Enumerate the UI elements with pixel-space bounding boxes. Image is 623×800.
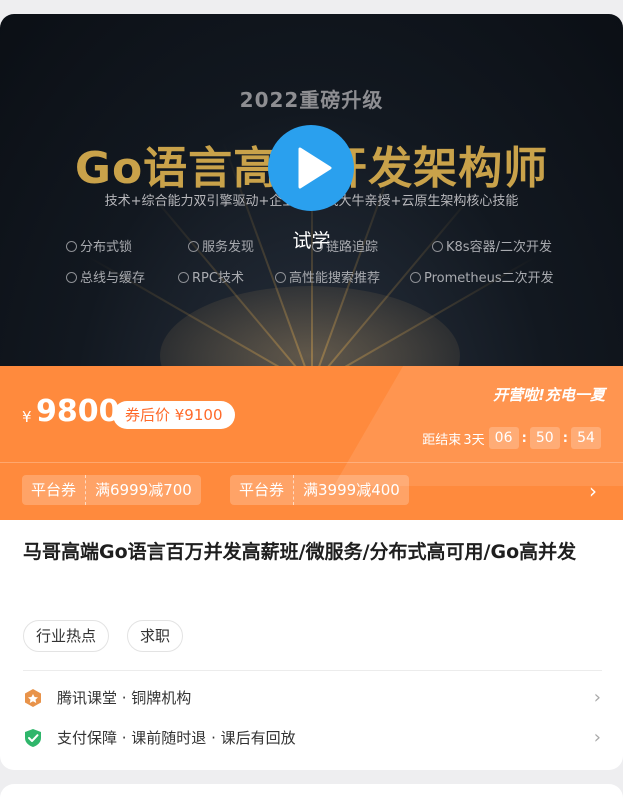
section-divider: [23, 670, 602, 671]
guarantee-text: 支付保障 · 课前随时退 · 课后有回放: [57, 729, 296, 747]
promo-divider: [0, 462, 623, 463]
price-currency: ¥: [22, 408, 32, 426]
cover-subtitle: 2022重磅升级: [239, 88, 384, 112]
countdown-minutes: 50: [529, 427, 560, 449]
play-icon: [298, 147, 332, 189]
tag-chip[interactable]: 求职: [127, 620, 184, 652]
check-icon: [66, 272, 77, 283]
promo-slogan: 开营啦!充电一夏: [493, 386, 605, 404]
course-title: 马哥高端Go语言百万并发高薪班/微服务/分布式高可用/Go高并发: [23, 541, 577, 563]
video-cover[interactable]: 2022重磅升级 Go语言高并开发架构师 技术+综合能力双引擎驱动+企业级 一线…: [0, 14, 623, 366]
tag-chip[interactable]: 行业热点: [23, 620, 110, 652]
after-coupon-price-badge: 券后价 ¥9100: [113, 401, 235, 429]
coupon-label: 平台券: [230, 475, 295, 505]
countdown-hours: 06: [488, 427, 519, 449]
coupon-chip[interactable]: 平台券 满6999减700: [22, 475, 201, 505]
check-icon: [275, 272, 286, 283]
coupons-chevron-right-icon[interactable]: ›: [589, 479, 597, 503]
countdown-label: 距结束: [422, 432, 462, 448]
shield-check-icon: [25, 729, 41, 747]
coupon-label: 平台券: [22, 475, 87, 505]
coupon-value: 满3999减400: [303, 481, 400, 499]
trial-label[interactable]: 试学: [0, 226, 623, 253]
provider-text: 腾讯课堂 · 铜牌机构: [57, 689, 192, 707]
chevron-right-icon: ›: [593, 687, 601, 708]
next-card: [0, 784, 623, 800]
countdown-days: 3天: [463, 432, 485, 448]
medal-icon: [25, 689, 41, 707]
course-card: 2022重磅升级 Go语言高并开发架构师 技术+综合能力双引擎驱动+企业级 一线…: [0, 14, 623, 770]
coupon-chip[interactable]: 平台券 满3999减400: [230, 475, 409, 505]
provider-row[interactable]: 腾讯课堂 · 铜牌机构 ›: [23, 684, 603, 712]
countdown: 距结束 3天 06 : 50 : 54: [422, 426, 601, 450]
coupon-value: 满6999减700: [95, 481, 192, 499]
cover-feature: RPC技术: [178, 267, 244, 286]
cover-feature: 总线与缓存: [66, 267, 145, 286]
promo-banner: ¥ 9800 券后价 ¥9100 开营啦!充电一夏 距结束 3天 06 : 50…: [0, 366, 623, 520]
check-icon: [410, 272, 421, 283]
countdown-separator: :: [562, 430, 568, 446]
countdown-separator: :: [521, 430, 527, 446]
chevron-right-icon: ›: [593, 727, 601, 748]
page: 2022重磅升级 Go语言高并开发架构师 技术+综合能力双引擎驱动+企业级 一线…: [0, 0, 623, 800]
check-icon: [178, 272, 189, 283]
price: 9800: [36, 394, 120, 429]
guarantee-row[interactable]: 支付保障 · 课前随时退 · 课后有回放 ›: [23, 724, 603, 752]
cover-feature: Prometheus二次开发: [410, 267, 554, 286]
countdown-seconds: 54: [571, 427, 601, 449]
play-button[interactable]: [268, 125, 354, 211]
cover-feature: 高性能搜索推荐: [275, 267, 380, 286]
